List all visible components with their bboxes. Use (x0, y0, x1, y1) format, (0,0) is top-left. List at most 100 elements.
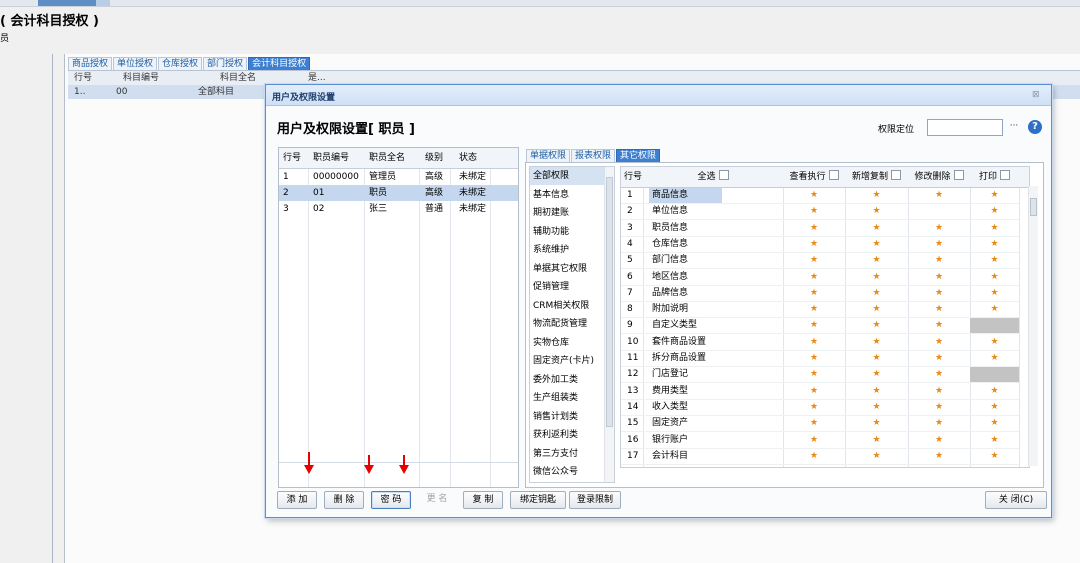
category-item[interactable]: 获利返利类 (530, 426, 605, 444)
category-item[interactable]: 辅助功能 (530, 223, 605, 241)
category-item[interactable]: 基本信息 (530, 186, 605, 204)
star-icon[interactable]: ★ (783, 433, 845, 448)
star-icon[interactable]: ★ (908, 286, 970, 301)
permission-row[interactable]: 14 收入类型 ★ ★ ★ ★ (621, 400, 1019, 416)
star-icon[interactable]: ★ (845, 286, 908, 301)
permission-row[interactable]: 9 自定义类型 ★ ★ ★ (621, 318, 1019, 335)
category-item[interactable]: 期初建账 (530, 204, 605, 222)
category-item[interactable]: 第三方支付 (530, 445, 605, 463)
tab-auth-0[interactable]: 商品授权 (68, 57, 113, 70)
star-icon[interactable]: ★ (970, 335, 1019, 350)
permission-row[interactable]: 4 仓库信息 ★ ★ ★ ★ (621, 237, 1019, 253)
star-icon[interactable]: ★ (783, 367, 845, 382)
category-item[interactable]: 全部权限 (530, 167, 605, 185)
star-icon[interactable]: ★ (845, 302, 908, 317)
permission-row[interactable]: 12 门店登记 ★ ★ ★ (621, 367, 1019, 384)
star-icon[interactable]: ★ (908, 270, 970, 285)
copy-button[interactable]: 复 制 (463, 491, 503, 509)
star-icon[interactable]: ★ (845, 351, 908, 366)
permission-row[interactable]: 1 商品信息 ★ ★ ★ ★ (621, 188, 1019, 204)
category-scroll-thumb[interactable] (606, 177, 613, 427)
star-icon[interactable]: ★ (970, 237, 1019, 252)
star-icon[interactable]: ★ (908, 237, 970, 252)
category-item[interactable]: 微信公众号 (530, 463, 605, 481)
print-all-checkbox[interactable] (1000, 170, 1010, 180)
staff-row[interactable]: 1 00000000 管理员 高级 未绑定 (279, 169, 518, 185)
permission-row[interactable]: 17 会计科目 ★ ★ ★ ★ (621, 449, 1019, 465)
perm-col-view[interactable]: 查看执行 (783, 167, 845, 187)
permission-row[interactable]: 16 银行账户 ★ ★ ★ ★ (621, 433, 1019, 449)
star-icon[interactable]: ★ (845, 433, 908, 448)
star-icon[interactable]: ★ (845, 253, 908, 268)
permission-locate-input[interactable] (927, 119, 1003, 136)
star-icon[interactable]: ★ (783, 221, 845, 236)
permission-row[interactable]: 10 套件商品设置 ★ ★ ★ ★ (621, 335, 1019, 351)
help-icon[interactable]: ? (1028, 120, 1042, 134)
permission-row[interactable]: 13 费用类型 ★ ★ ★ ★ (621, 384, 1019, 400)
star-icon[interactable]: ★ (970, 433, 1019, 448)
category-item[interactable]: CRM相关权限 (530, 297, 605, 315)
star-icon[interactable]: ★ (970, 416, 1019, 431)
star-icon[interactable]: ★ (783, 204, 845, 219)
star-icon[interactable]: ★ (908, 400, 970, 415)
tab-auth-4[interactable]: 会计科目授权 (248, 57, 311, 70)
star-icon[interactable]: ★ (783, 237, 845, 252)
delete-button[interactable]: 删 除 (324, 491, 364, 509)
edit-all-checkbox[interactable] (953, 170, 964, 180)
star-icon[interactable]: ★ (908, 335, 970, 350)
star-icon[interactable]: ★ (970, 286, 1019, 301)
permission-row[interactable]: 3 职员信息 ★ ★ ★ ★ (621, 221, 1019, 237)
star-icon[interactable]: ★ (783, 384, 845, 399)
tab-auth-1[interactable]: 单位授权 (113, 57, 158, 70)
permission-row[interactable]: 5 部门信息 ★ ★ ★ ★ (621, 253, 1019, 270)
star-icon[interactable]: ★ (970, 302, 1019, 317)
star-icon[interactable]: ★ (970, 400, 1019, 415)
star-icon[interactable]: ★ (970, 449, 1019, 464)
staff-row[interactable]: 3 02 张三 普通 未绑定 (279, 201, 518, 217)
permission-scrollbar[interactable] (1028, 186, 1038, 466)
close-icon[interactable]: ⊠ (1032, 90, 1040, 100)
star-icon[interactable]: ★ (908, 351, 970, 366)
add-button[interactable]: 添 加 (277, 491, 317, 509)
category-item[interactable]: 单据其它权限 (530, 260, 605, 278)
star-icon[interactable]: ★ (783, 335, 845, 350)
star-icon[interactable]: ★ (970, 221, 1019, 236)
tab-permission-1[interactable]: 报表权限 (571, 149, 616, 162)
star-icon[interactable]: ★ (908, 318, 970, 333)
bind-key-button[interactable]: 绑定钥匙 (510, 491, 566, 509)
view-all-checkbox[interactable] (828, 170, 839, 180)
star-icon[interactable]: ★ (783, 351, 845, 366)
star-icon[interactable]: ★ (970, 253, 1019, 268)
login-limit-button[interactable]: 登录限制 (569, 491, 622, 509)
permission-row[interactable]: 6 地区信息 ★ ★ ★ ★ (621, 270, 1019, 286)
permission-row[interactable]: 11 拆分商品设置 ★ ★ ★ ★ (621, 351, 1019, 367)
star-icon[interactable]: ★ (845, 367, 908, 382)
close-button[interactable]: 关 闭(C) (985, 491, 1047, 509)
star-icon[interactable]: ★ (970, 188, 1019, 203)
star-icon[interactable]: ★ (908, 416, 970, 431)
star-icon[interactable]: ★ (908, 433, 970, 448)
category-scrollbar[interactable] (604, 167, 614, 482)
password-button[interactable]: 密 码 (371, 491, 411, 509)
category-item[interactable]: 系统维护 (530, 241, 605, 259)
star-icon[interactable]: ★ (845, 449, 908, 464)
star-icon[interactable]: ★ (783, 416, 845, 431)
star-icon[interactable]: ★ (783, 270, 845, 285)
page-tab-close[interactable] (96, 0, 110, 6)
star-icon[interactable]: ★ (783, 188, 845, 203)
category-item[interactable]: 销售计划类 (530, 408, 605, 426)
star-icon[interactable]: ★ (783, 318, 845, 333)
category-item[interactable]: 促销管理 (530, 278, 605, 296)
star-icon[interactable]: ★ (783, 302, 845, 317)
locate-ellipsis-button[interactable]: ··· (1006, 119, 1022, 135)
staff-row[interactable]: 2 01 职员 高级 未绑定 (279, 185, 518, 201)
star-icon[interactable]: ★ (908, 449, 970, 464)
tab-permission-2[interactable]: 其它权限 (616, 149, 661, 162)
star-icon[interactable]: ★ (908, 302, 970, 317)
category-item[interactable]: 实物仓库 (530, 334, 605, 352)
star-icon[interactable]: ★ (845, 188, 908, 203)
star-icon[interactable]: ★ (783, 253, 845, 268)
star-icon[interactable]: ★ (970, 204, 1019, 219)
perm-col-select-all[interactable]: 全选 (643, 167, 783, 187)
star-icon[interactable]: ★ (845, 384, 908, 399)
